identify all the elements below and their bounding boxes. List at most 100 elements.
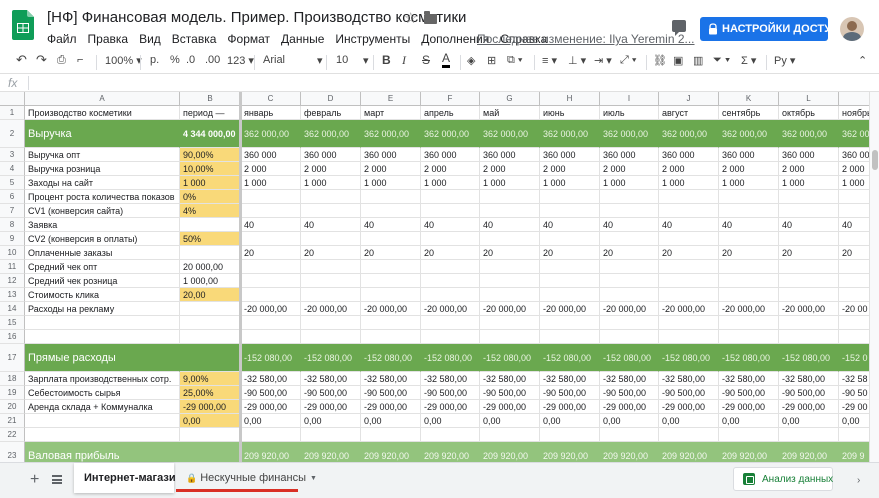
strikethrough-button[interactable]: S: [422, 53, 430, 67]
grid-cell[interactable]: -152 080,00: [301, 344, 361, 372]
grid-cell[interactable]: -29 00: [839, 400, 869, 414]
grid-cell[interactable]: 20: [779, 246, 839, 260]
input-tools-select[interactable]: Ру ▾: [774, 54, 795, 67]
grid-cell[interactable]: [839, 260, 869, 274]
grid-cell[interactable]: [600, 274, 659, 288]
grid-cell[interactable]: [180, 218, 241, 232]
row-header[interactable]: 8: [0, 218, 25, 232]
grid-cell[interactable]: [241, 288, 301, 302]
grid-cell[interactable]: февраль: [301, 106, 361, 120]
grid-cell[interactable]: -90 500,00: [480, 386, 540, 400]
grid-cell[interactable]: 2 000: [659, 162, 719, 176]
grid-cell[interactable]: -90 500,00: [779, 386, 839, 400]
grid-cell[interactable]: -20 000,00: [779, 302, 839, 316]
row-header[interactable]: 12: [0, 274, 25, 288]
grid-cell[interactable]: [659, 288, 719, 302]
grid-cell[interactable]: Оплаченные заказы: [25, 246, 180, 260]
grid-cell[interactable]: -20 000,00: [361, 302, 421, 316]
grid-cell[interactable]: 362 000: [839, 120, 869, 148]
grid-cell[interactable]: 1 000: [779, 176, 839, 190]
collapse-toolbar-icon[interactable]: ⌃: [858, 54, 867, 67]
grid-cell[interactable]: 360 000: [361, 148, 421, 162]
column-header[interactable]: H: [540, 92, 600, 106]
decrease-decimal-button[interactable]: .0: [186, 54, 195, 66]
grid-cell[interactable]: Зарплата производственных сотр.: [25, 372, 180, 386]
grid-cell[interactable]: 40: [361, 218, 421, 232]
share-button[interactable]: НАСТРОЙКИ ДОСТУПА: [700, 17, 847, 41]
row-header[interactable]: 20: [0, 400, 25, 414]
grid-cell[interactable]: -90 500,00: [540, 386, 600, 400]
grid-cell[interactable]: [180, 442, 241, 462]
grid-cell[interactable]: Стоимость клика: [25, 288, 180, 302]
grid-cell[interactable]: 360 000: [421, 148, 480, 162]
grid-cell[interactable]: 360 000: [600, 148, 659, 162]
grid-cell[interactable]: -29 000,00: [361, 400, 421, 414]
grid-cell[interactable]: Выручка розница: [25, 162, 180, 176]
row-header[interactable]: 19: [0, 386, 25, 400]
grid-cell[interactable]: [421, 330, 480, 344]
column-header[interactable]: E: [361, 92, 421, 106]
grid-cell[interactable]: 4 344 000,00: [180, 120, 241, 148]
grid-cell[interactable]: [600, 232, 659, 246]
grid-cell[interactable]: 20: [839, 246, 869, 260]
grid-cell[interactable]: Аренда склада + Коммуналка: [25, 400, 180, 414]
grid-cell[interactable]: -90 500,00: [421, 386, 480, 400]
grid-cell[interactable]: -29 000,00: [480, 400, 540, 414]
grid-cell[interactable]: [301, 288, 361, 302]
grid-cell[interactable]: [779, 204, 839, 218]
grid-cell[interactable]: 20: [421, 246, 480, 260]
grid-cell[interactable]: [361, 232, 421, 246]
grid-cell[interactable]: -32 580,00: [480, 372, 540, 386]
row-header[interactable]: 21: [0, 414, 25, 428]
grid-cell[interactable]: Производство косметики: [25, 106, 180, 120]
undo-icon[interactable]: ↶: [16, 52, 27, 68]
grid-cell[interactable]: -20 000,00: [600, 302, 659, 316]
grid-cell[interactable]: 1 000: [540, 176, 600, 190]
row-header[interactable]: 2: [0, 120, 25, 148]
grid-cell[interactable]: [301, 274, 361, 288]
grid-cell[interactable]: -29 000,00: [421, 400, 480, 414]
grid-cell[interactable]: 2 000: [600, 162, 659, 176]
grid-cell[interactable]: 1 000,00: [180, 274, 241, 288]
grid-cell[interactable]: [659, 316, 719, 330]
row-header[interactable]: 13: [0, 288, 25, 302]
grid-cell[interactable]: 0,00: [659, 414, 719, 428]
grid-cell[interactable]: 40: [421, 218, 480, 232]
grid-cell[interactable]: [600, 428, 659, 442]
grid-cell[interactable]: [480, 330, 540, 344]
grid-cell[interactable]: январь: [241, 106, 301, 120]
grid-cell[interactable]: [361, 204, 421, 218]
grid-cell[interactable]: май: [480, 106, 540, 120]
grid-cell[interactable]: [241, 274, 301, 288]
row-header[interactable]: 18: [0, 372, 25, 386]
menu-edit[interactable]: Правка: [88, 32, 129, 46]
grid-cell[interactable]: -32 580,00: [421, 372, 480, 386]
menu-tools[interactable]: Инструменты: [335, 32, 410, 46]
column-header[interactable]: F: [421, 92, 480, 106]
grid-cell[interactable]: -152 080,00: [540, 344, 600, 372]
grid-cell[interactable]: [540, 428, 600, 442]
menu-data[interactable]: Данные: [281, 32, 324, 46]
explore-button[interactable]: Анализ данных: [733, 467, 833, 491]
grid-cell[interactable]: Заходы на сайт: [25, 176, 180, 190]
chevron-down-icon[interactable]: ▼: [310, 475, 317, 482]
grid-cell[interactable]: 0,00: [779, 414, 839, 428]
grid-cell[interactable]: [839, 232, 869, 246]
grid-cell[interactable]: 362 000,00: [540, 120, 600, 148]
grid-cell[interactable]: [540, 204, 600, 218]
grid-cell[interactable]: 0,00: [540, 414, 600, 428]
text-color-button[interactable]: A: [442, 52, 451, 68]
grid-cell[interactable]: -90 500,00: [241, 386, 301, 400]
grid-cell[interactable]: -20 000,00: [480, 302, 540, 316]
sheets-logo-icon[interactable]: [12, 10, 34, 40]
number-format-select[interactable]: 123 ▾: [227, 54, 254, 67]
grid-cell[interactable]: -32 580,00: [659, 372, 719, 386]
grid-cell[interactable]: [361, 190, 421, 204]
grid-cell[interactable]: 209 920,00: [241, 442, 301, 462]
text-wrap-icon[interactable]: ⇥ ▾: [594, 54, 612, 67]
grid-cell[interactable]: [719, 232, 779, 246]
grid-cell[interactable]: CV2 (конверсия в оплаты): [25, 232, 180, 246]
grid-cell[interactable]: 209 920,00: [540, 442, 600, 462]
grid-cell[interactable]: 1 000: [361, 176, 421, 190]
grid-cell[interactable]: 20,00: [180, 288, 241, 302]
